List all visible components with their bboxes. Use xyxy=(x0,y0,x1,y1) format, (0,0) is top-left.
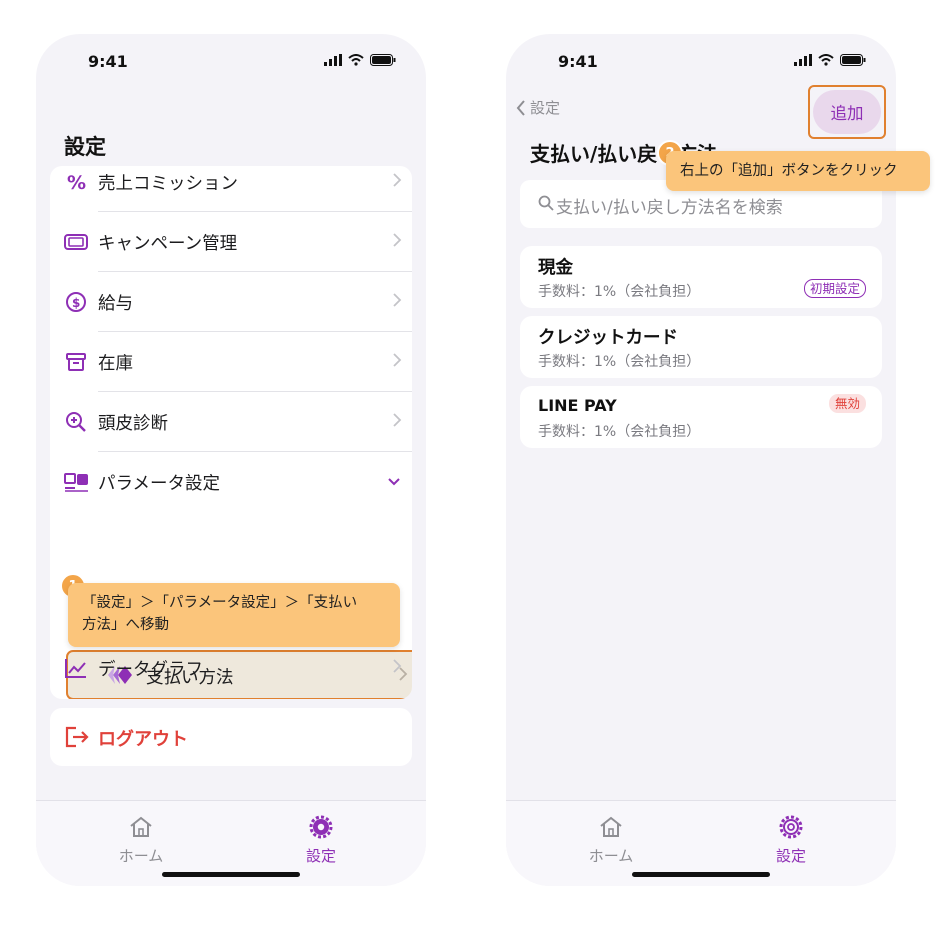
chevron-right-icon xyxy=(393,353,402,367)
tab-label: ホーム xyxy=(588,847,634,865)
method-fee: 手数料：1%（会社負担） xyxy=(538,424,701,440)
signal-icon xyxy=(794,54,812,66)
logout-label: ログアウト xyxy=(98,729,188,750)
zoom-in-icon xyxy=(64,410,88,434)
method-fee: 手数料：1%（会社負担） xyxy=(538,354,701,370)
tab-label: 設定 xyxy=(305,847,336,865)
salary-icon: $ xyxy=(64,290,88,314)
tooltip-text-line-2: 方法」へ移動 xyxy=(82,617,169,633)
chevron-left-icon xyxy=(516,99,525,116)
method-name: クレジットカード xyxy=(538,328,678,348)
add-button-highlight: 追加 xyxy=(808,85,886,139)
home-indicator xyxy=(632,872,770,877)
svg-text:%: % xyxy=(67,172,86,193)
archive-box-icon xyxy=(64,350,88,374)
payment-method-card[interactable]: LINE PAY 手数料：1%（会社負担） 無効 xyxy=(520,386,882,448)
chevron-right-icon xyxy=(393,293,402,307)
settings-item-salary[interactable]: $ 給与 xyxy=(50,272,412,332)
method-name: LINE PAY xyxy=(538,396,617,415)
chevron-right-icon xyxy=(393,173,402,187)
home-icon xyxy=(130,816,152,837)
settings-item-label: データグラフ xyxy=(98,660,203,680)
percent-icon: % xyxy=(64,170,88,194)
status-time: 9:41 xyxy=(558,52,598,71)
tab-label: 設定 xyxy=(775,847,806,865)
settings-item-label: キャンペーン管理 xyxy=(98,234,238,254)
wifi-icon xyxy=(818,54,834,66)
ticket-icon xyxy=(64,230,88,254)
tooltip-text-line-1: 「設定」＞「パラメータ設定」＞「支払い xyxy=(82,595,358,611)
tab-label: ホーム xyxy=(118,847,164,865)
logout-button[interactable]: ログアウト xyxy=(50,708,412,766)
home-icon xyxy=(600,816,622,837)
svg-text:$: $ xyxy=(72,296,80,310)
tab-settings[interactable]: 設定 xyxy=(746,815,836,866)
add-button[interactable]: 追加 xyxy=(813,90,881,134)
settings-item-label: 頭皮診断 xyxy=(98,414,168,434)
chevron-right-icon xyxy=(393,659,402,673)
settings-item-inventory[interactable]: 在庫 xyxy=(50,332,412,392)
settings-item-label: 売上コミッション xyxy=(98,174,238,194)
tab-home[interactable]: ホーム xyxy=(566,815,656,866)
settings-item-campaign[interactable]: キャンペーン管理 xyxy=(50,212,412,272)
status-bar: 9:41 xyxy=(36,34,426,88)
settings-item-label: 給与 xyxy=(98,294,133,314)
settings-item-parameters[interactable]: パラメータ設定 xyxy=(50,452,412,512)
instruction-tooltip-1: 「設定」＞「パラメータ設定」＞「支払い 方法」へ移動 xyxy=(68,583,400,647)
home-indicator xyxy=(162,872,300,877)
settings-item-label: パラメータ設定 xyxy=(98,474,220,494)
logout-icon xyxy=(64,725,90,753)
parameters-icon xyxy=(64,470,88,494)
disabled-badge: 無効 xyxy=(828,394,866,413)
gear-icon xyxy=(779,815,803,839)
default-badge: 初期設定 xyxy=(803,279,866,298)
chart-line-icon xyxy=(64,656,88,680)
status-time: 9:41 xyxy=(88,52,128,71)
battery-icon xyxy=(370,54,396,66)
instruction-tooltip-2: 右上の「追加」ボタンをクリック xyxy=(666,151,930,191)
search-placeholder: 支払い/払い戻し方法名を検索 xyxy=(556,198,783,218)
search-icon xyxy=(538,195,554,211)
settings-item-data-graph[interactable]: データグラフ xyxy=(50,638,412,698)
back-label: 設定 xyxy=(530,99,561,117)
settings-item-commission[interactable]: % 売上コミッション xyxy=(50,166,412,212)
payment-method-card[interactable]: 現金 手数料：1%（会社負担） 初期設定 xyxy=(520,246,882,308)
phone-settings: 9:41 設定 % 売上コミッション キャンペーン管理 $ 給与 在庫 頭皮診断… xyxy=(36,34,426,886)
settings-item-scalp-diagnosis[interactable]: 頭皮診断 xyxy=(50,392,412,452)
signal-icon xyxy=(324,54,342,66)
wifi-icon xyxy=(348,54,364,66)
chevron-right-icon xyxy=(393,413,402,427)
settings-item-label: 在庫 xyxy=(98,354,133,374)
gear-icon xyxy=(309,815,333,839)
tooltip-text: 右上の「追加」ボタンをクリック xyxy=(680,163,898,179)
status-bar: 9:41 xyxy=(506,34,896,88)
tab-settings[interactable]: 設定 xyxy=(276,815,366,866)
payment-method-card[interactable]: クレジットカード 手数料：1%（会社負担） xyxy=(520,316,882,378)
chevron-right-icon xyxy=(393,233,402,247)
chevron-down-icon xyxy=(388,478,400,486)
page-title: 設定 xyxy=(64,135,106,159)
battery-icon xyxy=(840,54,866,66)
back-button[interactable]: 設定 xyxy=(516,97,560,118)
method-name: 現金 xyxy=(538,258,573,278)
method-fee: 手数料：1%（会社負担） xyxy=(538,284,701,300)
tab-home[interactable]: ホーム xyxy=(96,815,186,866)
